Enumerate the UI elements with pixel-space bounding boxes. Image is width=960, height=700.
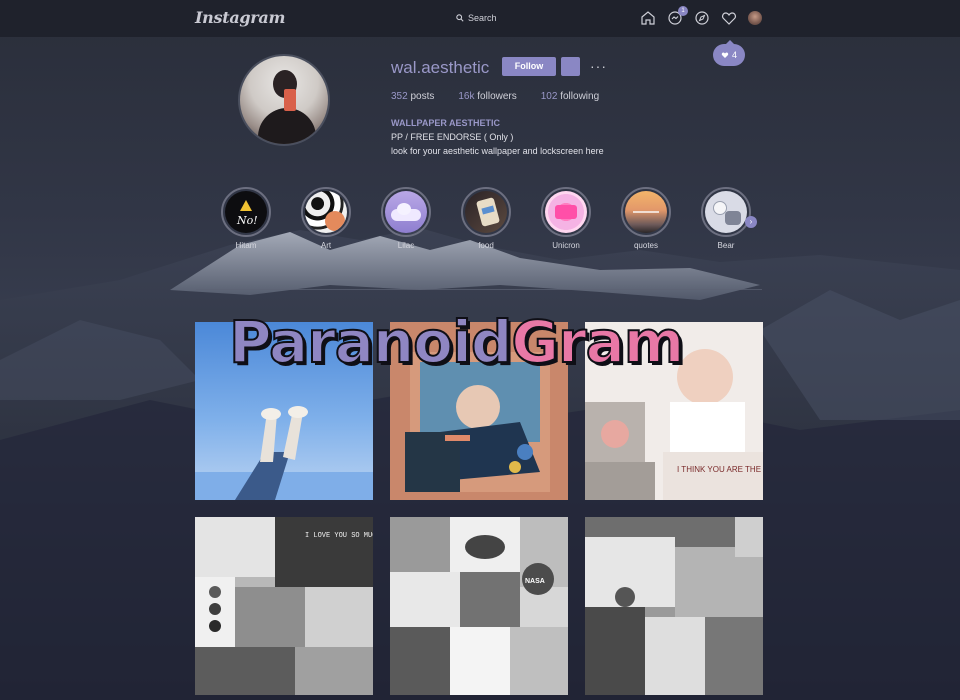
profile-stats: 352 posts 16k followers 102 following: [391, 91, 599, 102]
username: wal.aesthetic: [391, 58, 490, 77]
instagram-logo[interactable]: Instagram: [195, 8, 285, 27]
chevron-right-icon[interactable]: ›: [745, 216, 757, 228]
highlight-lilac[interactable]: Lilac: [381, 187, 431, 250]
search-input[interactable]: Search: [456, 13, 497, 23]
bio-line: PP / FREE ENDORSE ( Only ): [391, 132, 514, 142]
bio-line: look for your aesthetic wallpaper and lo…: [391, 146, 604, 156]
heart-icon: [721, 52, 729, 58]
bio-category: WALLPAPER AESTHETIC: [391, 118, 501, 128]
notification-count: 4: [731, 50, 737, 60]
highlight-food[interactable]: food: [461, 187, 511, 250]
top-navbar: Instagram Search 1: [0, 0, 960, 38]
highlight-art[interactable]: Art: [301, 187, 351, 250]
highlight-bear[interactable]: › Bear: [701, 187, 757, 250]
more-options-button[interactable]: ···: [590, 58, 607, 74]
post-tile[interactable]: [585, 517, 763, 695]
posts-count: 352 posts: [391, 91, 435, 102]
following-count[interactable]: 102 following: [541, 91, 599, 102]
follow-button[interactable]: Follow: [502, 57, 556, 76]
post-image: I LOVE YOU SO MUCH: [195, 517, 373, 695]
explore-icon[interactable]: [694, 10, 710, 26]
svg-text:No!: No!: [236, 214, 258, 227]
profile-divider: [196, 289, 762, 290]
messenger-icon[interactable]: 1: [667, 6, 688, 26]
post-tile[interactable]: NASA: [390, 517, 568, 695]
home-icon[interactable]: [640, 10, 656, 26]
followers-count[interactable]: 16k followers: [458, 91, 516, 102]
highlight-unicron[interactable]: Unicron: [541, 187, 591, 250]
search-label: Search: [468, 13, 497, 23]
post-image: NASA: [390, 517, 568, 695]
warning-icon: No!: [236, 200, 258, 227]
search-icon: [456, 14, 464, 22]
notification-popup[interactable]: 4: [713, 40, 745, 66]
highlight-hitam[interactable]: No! Hitam: [221, 187, 271, 250]
profile-avatar-icon[interactable]: [748, 11, 762, 25]
post-caption: I LOVE YOU SO MUCH: [305, 532, 373, 540]
paranoidgram-wordmark: ParanoidGram: [228, 307, 685, 377]
heart-icon[interactable]: [721, 10, 737, 26]
post-tile[interactable]: I LOVE YOU SO MUCH: [195, 517, 373, 695]
post-image: [585, 517, 763, 695]
suggested-dropdown-button[interactable]: [561, 57, 580, 76]
story-highlights: No! Hitam Art Lilac food Unicron quotes …: [221, 187, 757, 250]
post-caption: NASA: [525, 578, 545, 585]
profile-bio: WALLPAPER AESTHETIC PP / FREE ENDORSE ( …: [391, 116, 604, 158]
post-caption: I THINK YOU ARE THE SWEETEST THING: [677, 465, 763, 474]
profile-picture[interactable]: [238, 54, 330, 146]
highlight-quotes[interactable]: quotes: [621, 187, 671, 250]
messages-badge: 1: [678, 6, 688, 16]
